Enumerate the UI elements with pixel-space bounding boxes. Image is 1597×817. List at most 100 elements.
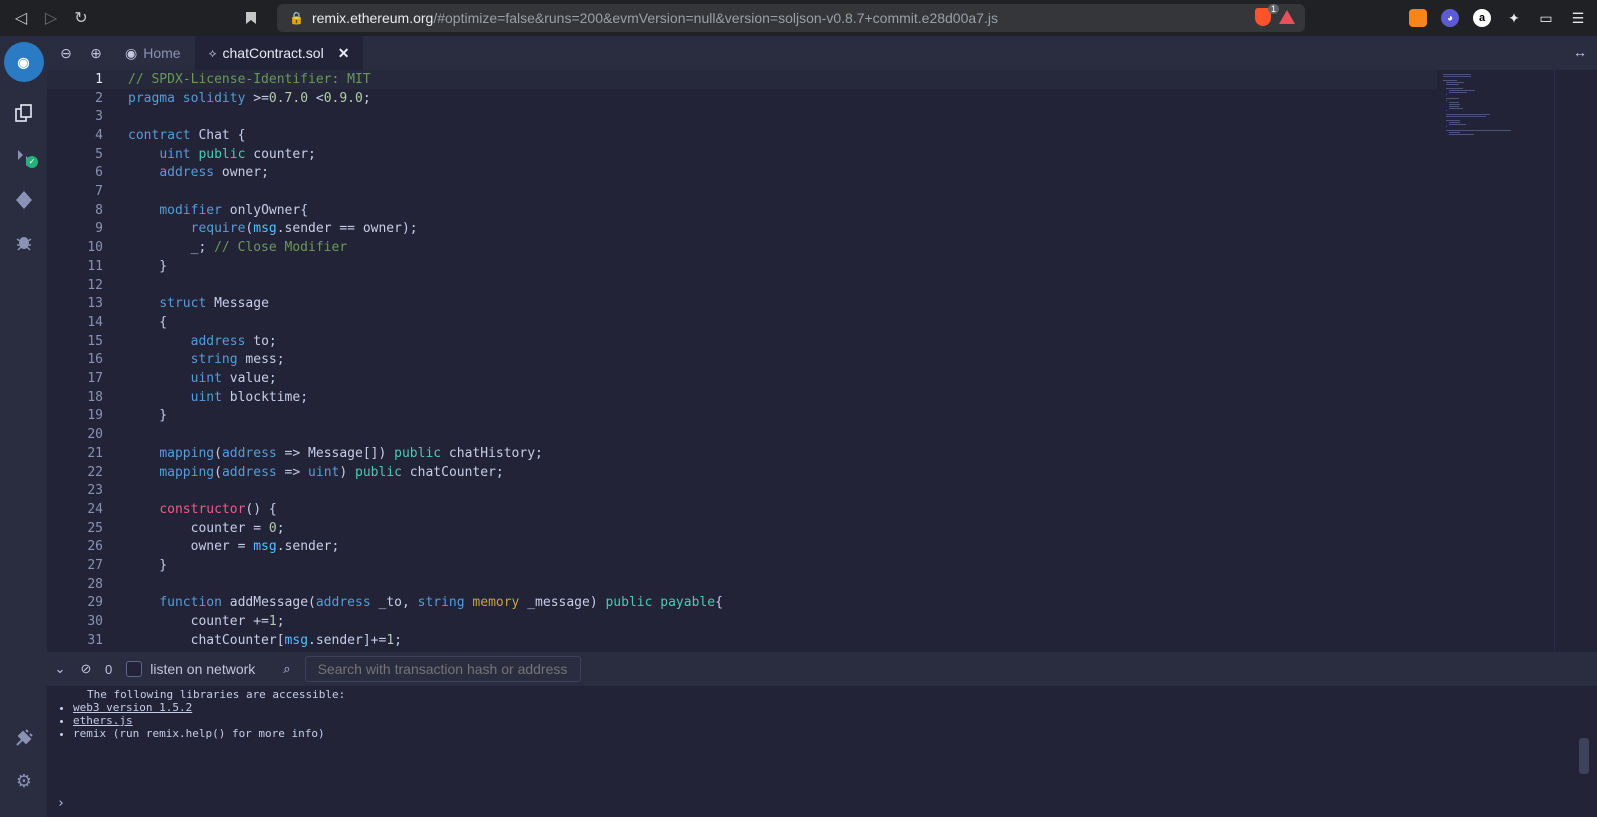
code-line[interactable]: 31 chatCounter[msg.sender]+=1; (47, 631, 1437, 650)
code-line[interactable]: 6 address owner; (47, 164, 1437, 183)
list-item: ethers.js (73, 714, 1597, 727)
clear-terminal-icon[interactable]: ⊘ (73, 652, 99, 686)
code-line[interactable]: 8 modifier onlyOwner{ (47, 201, 1437, 220)
line-number: 28 (87, 576, 103, 592)
terminal-prompt[interactable]: › (57, 796, 65, 811)
line-number: 19 (87, 408, 103, 424)
line-number: 31 (87, 632, 103, 648)
code-line[interactable]: 15 address to; (47, 332, 1437, 351)
terminal-search-input[interactable] (304, 656, 581, 682)
code-text: contract Chat { (128, 127, 246, 143)
minimap-line (1446, 88, 1464, 89)
code-text: uint public counter; (159, 146, 316, 162)
code-line[interactable]: 21 mapping(address => Message[]) public … (47, 444, 1437, 463)
code-line[interactable]: 17 uint value; (47, 369, 1437, 388)
code-line[interactable]: 25 counter = 0; (47, 519, 1437, 538)
line-number: 24 (87, 501, 103, 517)
zoom-in-icon[interactable]: ⊕ (81, 36, 111, 70)
pending-tx-count: 0 (105, 661, 113, 677)
code-line[interactable]: 4 contract Chat { (47, 126, 1437, 145)
code-text: pragma solidity >=0.7.0 <0.9.0; (128, 90, 371, 106)
editor-minimap[interactable] (1437, 70, 1554, 650)
code-line[interactable]: 13 struct Message (47, 294, 1437, 313)
deploy-run-icon[interactable] (12, 188, 36, 212)
line-number: 27 (87, 558, 103, 574)
line-number: 6 (95, 165, 103, 181)
line-number: 5 (95, 146, 103, 162)
minimap-line (1446, 94, 1448, 95)
code-line[interactable]: 18 uint blocktime; (47, 388, 1437, 407)
editor-scrollbar[interactable] (1554, 70, 1597, 650)
code-line[interactable]: 27 } (47, 556, 1437, 575)
code-line[interactable]: 10 _; // Close Modifier (47, 238, 1437, 257)
terminal-intro: The following libraries are accessible: (87, 688, 346, 701)
code-line[interactable]: 24 constructor() { (47, 500, 1437, 519)
forward-icon[interactable]: ▷ (36, 3, 66, 33)
code-line[interactable]: 1 // SPDX-License-Identifier: MIT (47, 70, 1437, 89)
code-line[interactable]: 20 (47, 425, 1437, 444)
ethers-link[interactable]: ethers.js (73, 714, 133, 727)
line-number: 18 (87, 389, 103, 405)
code-text: require(msg.sender == owner); (190, 221, 418, 237)
close-tab-icon[interactable]: ✕ (338, 45, 350, 62)
code-text: counter = 0; (128, 520, 285, 536)
address-bar[interactable]: 🔒 remix.ethereum.org/#optimize=false&run… (277, 4, 1305, 32)
web3-link[interactable]: web3 version 1.5.2 (73, 701, 192, 714)
minimap-line (1446, 100, 1448, 101)
listen-network-checkbox[interactable] (126, 661, 143, 677)
minimap-line (1449, 122, 1461, 123)
wallet-icon[interactable]: ▭ (1537, 9, 1555, 27)
code-line[interactable]: 30 counter +=1; (47, 612, 1437, 631)
line-number: 16 (87, 352, 103, 368)
code-line[interactable]: 23 (47, 481, 1437, 500)
line-number: 2 (95, 90, 103, 106)
code-text: address owner; (159, 165, 269, 181)
code-line[interactable]: 5 uint public counter; (47, 145, 1437, 164)
code-line[interactable]: 16 string mess; (47, 351, 1437, 370)
extension-icon[interactable]: ◕ (1441, 9, 1459, 27)
zoom-out-icon[interactable]: ⊖ (51, 36, 81, 70)
code-line[interactable]: 11 } (47, 257, 1437, 276)
code-line[interactable]: 14 { (47, 313, 1437, 332)
minimap-line (1443, 76, 1471, 77)
collapse-terminal-icon[interactable]: ⌄ (47, 652, 73, 686)
remix-logo-icon[interactable]: ◉ (3, 42, 44, 82)
minimap-line (1449, 90, 1476, 91)
lock-icon: 🔒 (289, 11, 304, 25)
code-line[interactable]: 26 owner = msg.sender; (47, 538, 1437, 557)
bookmark-icon[interactable] (236, 3, 266, 33)
code-line[interactable]: 19 } (47, 407, 1437, 426)
minimap-line (1449, 104, 1461, 105)
reload-icon[interactable]: ↻ (66, 3, 96, 33)
debugger-icon[interactable] (12, 230, 36, 254)
tab-home-label: Home (143, 45, 181, 61)
a-extension-icon[interactable]: a (1473, 9, 1491, 27)
code-editor[interactable]: 1 // SPDX-License-Identifier: MIT 2 pragma … (47, 70, 1437, 650)
expand-panel-icon[interactable]: ↔ (1573, 44, 1587, 60)
code-line[interactable]: 22 mapping(address => uint) public chatC… (47, 463, 1437, 482)
code-line[interactable]: 9 require(msg.sender == owner); (47, 220, 1437, 239)
brave-shields-icon[interactable]: 1 (1255, 4, 1279, 26)
tab-home[interactable]: ◉ Home (111, 36, 195, 70)
code-line[interactable]: 29 function addMessage(address _to, stri… (47, 594, 1437, 613)
browser-toolbar: ◁ ▷ ↻ 🔒 remix.ethereum.org/#optimize=fal… (0, 0, 1597, 36)
code-line[interactable]: 12 (47, 276, 1437, 295)
puzzle-extensions-icon[interactable]: ✦ (1505, 9, 1523, 27)
listen-network-label: listen on network (150, 661, 256, 677)
settings-gear-icon[interactable]: ⚙ (12, 769, 36, 793)
code-line[interactable]: 7 (47, 182, 1437, 201)
back-icon[interactable]: ◁ (6, 3, 36, 33)
home-icon: ◉ (125, 44, 138, 61)
code-line[interactable]: 28 (47, 575, 1437, 594)
tab-chat-contract[interactable]: ⟡ chatContract.sol ✕ (194, 36, 364, 70)
metamask-extension-icon[interactable] (1409, 9, 1427, 27)
solidity-compiler-icon[interactable]: ✓ (12, 146, 38, 170)
plugin-manager-icon[interactable] (12, 726, 36, 750)
terminal-scrollbar[interactable] (1579, 738, 1589, 774)
brave-rewards-icon[interactable] (1279, 10, 1295, 24)
code-line[interactable]: 3 (47, 107, 1437, 126)
browser-menu-icon[interactable]: ☰ (1569, 9, 1587, 27)
code-text: counter +=1; (128, 614, 285, 630)
file-explorer-icon[interactable] (12, 101, 36, 125)
code-line[interactable]: 2 pragma solidity >=0.7.0 <0.9.0; (47, 89, 1437, 108)
